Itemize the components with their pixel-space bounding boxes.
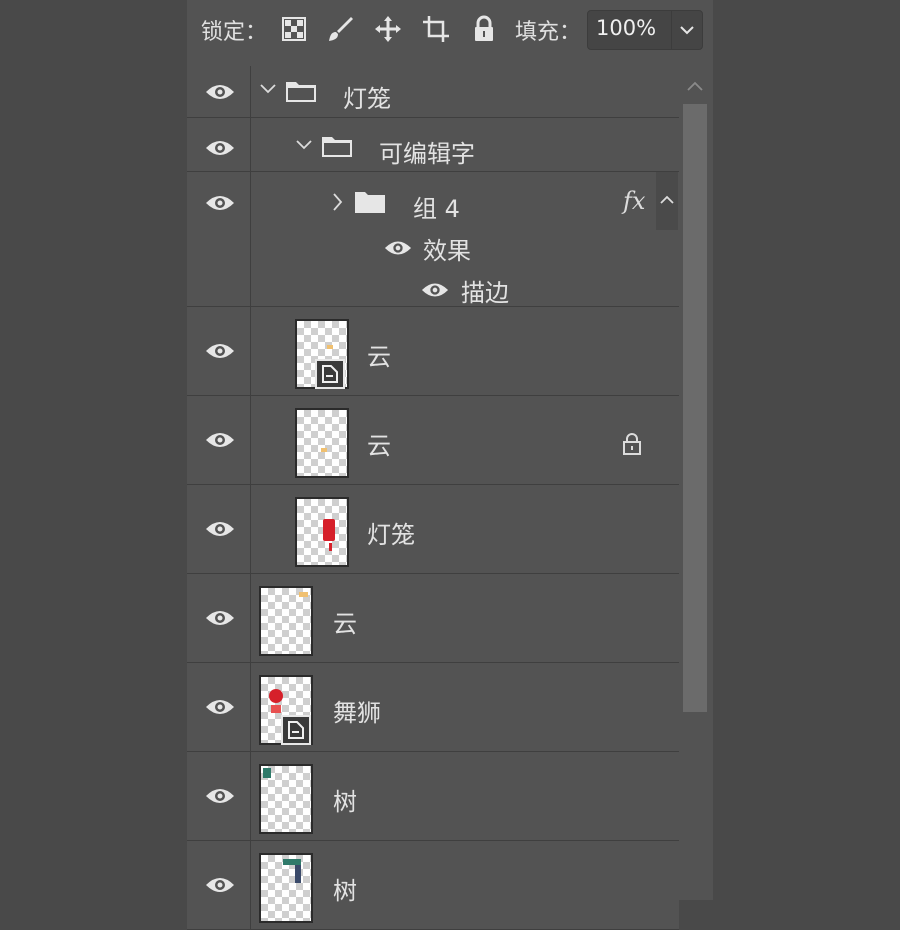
- layer-name[interactable]: 灯笼: [343, 79, 391, 114]
- layers-list: 灯笼 可编辑字 组 4 fx 效果 描边 云 云 灯笼 云 舞狮 树 树: [187, 66, 679, 930]
- transparency-lock-icon[interactable]: [279, 14, 309, 44]
- layer-row[interactable]: 云: [187, 396, 679, 485]
- lock-icon[interactable]: [469, 14, 499, 44]
- layer-row-group[interactable]: 可编辑字: [187, 118, 679, 172]
- folder-icon: [286, 82, 316, 102]
- visibility-column: [187, 663, 251, 751]
- layer-thumbnail[interactable]: [259, 586, 313, 656]
- chevron-up-icon[interactable]: [656, 172, 678, 230]
- visibility-column: [187, 172, 251, 306]
- eye-icon[interactable]: [205, 519, 235, 539]
- visibility-column: [187, 66, 251, 117]
- eye-icon[interactable]: [421, 280, 449, 300]
- chevron-right-icon[interactable]: [330, 192, 344, 212]
- lock-icon: [623, 433, 641, 455]
- eye-icon[interactable]: [205, 697, 235, 717]
- chevron-down-icon[interactable]: [295, 138, 313, 152]
- layer-thumbnail[interactable]: [259, 853, 313, 923]
- effects-label[interactable]: 效果: [423, 231, 471, 266]
- fill-input[interactable]: 100%: [587, 10, 703, 50]
- scrollbar-thumb[interactable]: [683, 104, 707, 712]
- brush-icon[interactable]: [325, 14, 355, 44]
- visibility-column: [187, 118, 251, 171]
- chevron-down-icon[interactable]: [672, 11, 702, 49]
- layer-name[interactable]: 云: [367, 337, 391, 372]
- layer-name[interactable]: 树: [333, 871, 357, 906]
- lock-label: 锁定：: [201, 20, 268, 45]
- fill-dropdown-button[interactable]: [671, 11, 702, 49]
- chevron-down-icon[interactable]: [259, 82, 277, 96]
- lock-toolbar: 锁定： 填充： 100%: [187, 0, 713, 62]
- layer-name[interactable]: 云: [367, 426, 391, 461]
- artboard-icon[interactable]: [421, 14, 451, 44]
- layer-row[interactable]: 灯笼: [187, 485, 679, 574]
- scroll-up-icon[interactable]: [683, 76, 707, 96]
- eye-icon[interactable]: [205, 82, 235, 102]
- smart-object-badge-icon: [281, 715, 311, 745]
- layer-name[interactable]: 组 4: [413, 189, 460, 224]
- smart-object-badge-icon: [315, 359, 345, 389]
- visibility-column: [187, 752, 251, 840]
- layer-row[interactable]: 树: [187, 752, 679, 841]
- eye-icon[interactable]: [205, 138, 235, 158]
- effects-collapse-button[interactable]: [656, 172, 678, 230]
- layer-name[interactable]: 舞狮: [333, 693, 381, 728]
- eye-icon[interactable]: [205, 875, 235, 895]
- eye-icon[interactable]: [205, 193, 235, 213]
- visibility-column: [187, 396, 251, 484]
- layers-panel: 锁定： 填充： 100% 灯笼 可编辑字 组 4 fx 效果 描边 云 云 灯笼…: [187, 0, 713, 930]
- visibility-column: [187, 574, 251, 662]
- layer-name[interactable]: 可编辑字: [379, 134, 475, 169]
- layer-thumbnail[interactable]: [295, 408, 349, 478]
- eye-icon[interactable]: [205, 608, 235, 628]
- layer-row-group-with-effects[interactable]: 组 4 fx 效果 描边: [187, 172, 679, 307]
- folder-icon: [355, 192, 385, 213]
- visibility-column: [187, 841, 251, 929]
- fx-icon[interactable]: fx: [623, 187, 645, 215]
- layer-row[interactable]: 树: [187, 841, 679, 930]
- fill-value[interactable]: 100%: [596, 16, 656, 40]
- effect-item-stroke[interactable]: 描边: [461, 273, 509, 308]
- fill-label: 填充：: [515, 20, 582, 45]
- eye-icon[interactable]: [205, 341, 235, 361]
- visibility-column: [187, 485, 251, 573]
- layer-name[interactable]: 灯笼: [367, 515, 415, 550]
- folder-icon: [322, 137, 352, 157]
- layer-row[interactable]: 舞狮: [187, 663, 679, 752]
- layer-row[interactable]: 云: [187, 307, 679, 396]
- move-icon[interactable]: [373, 14, 403, 44]
- eye-icon[interactable]: [384, 238, 412, 258]
- visibility-column: [187, 307, 251, 395]
- eye-icon[interactable]: [205, 430, 235, 450]
- layer-thumbnail[interactable]: [259, 764, 313, 834]
- layer-row[interactable]: 云: [187, 574, 679, 663]
- layer-name[interactable]: 树: [333, 782, 357, 817]
- layer-name[interactable]: 云: [333, 604, 357, 639]
- layers-scrollbar[interactable]: [679, 66, 713, 900]
- eye-icon[interactable]: [205, 786, 235, 806]
- layer-row-group[interactable]: 灯笼: [187, 66, 679, 118]
- layer-thumbnail[interactable]: [295, 497, 349, 567]
